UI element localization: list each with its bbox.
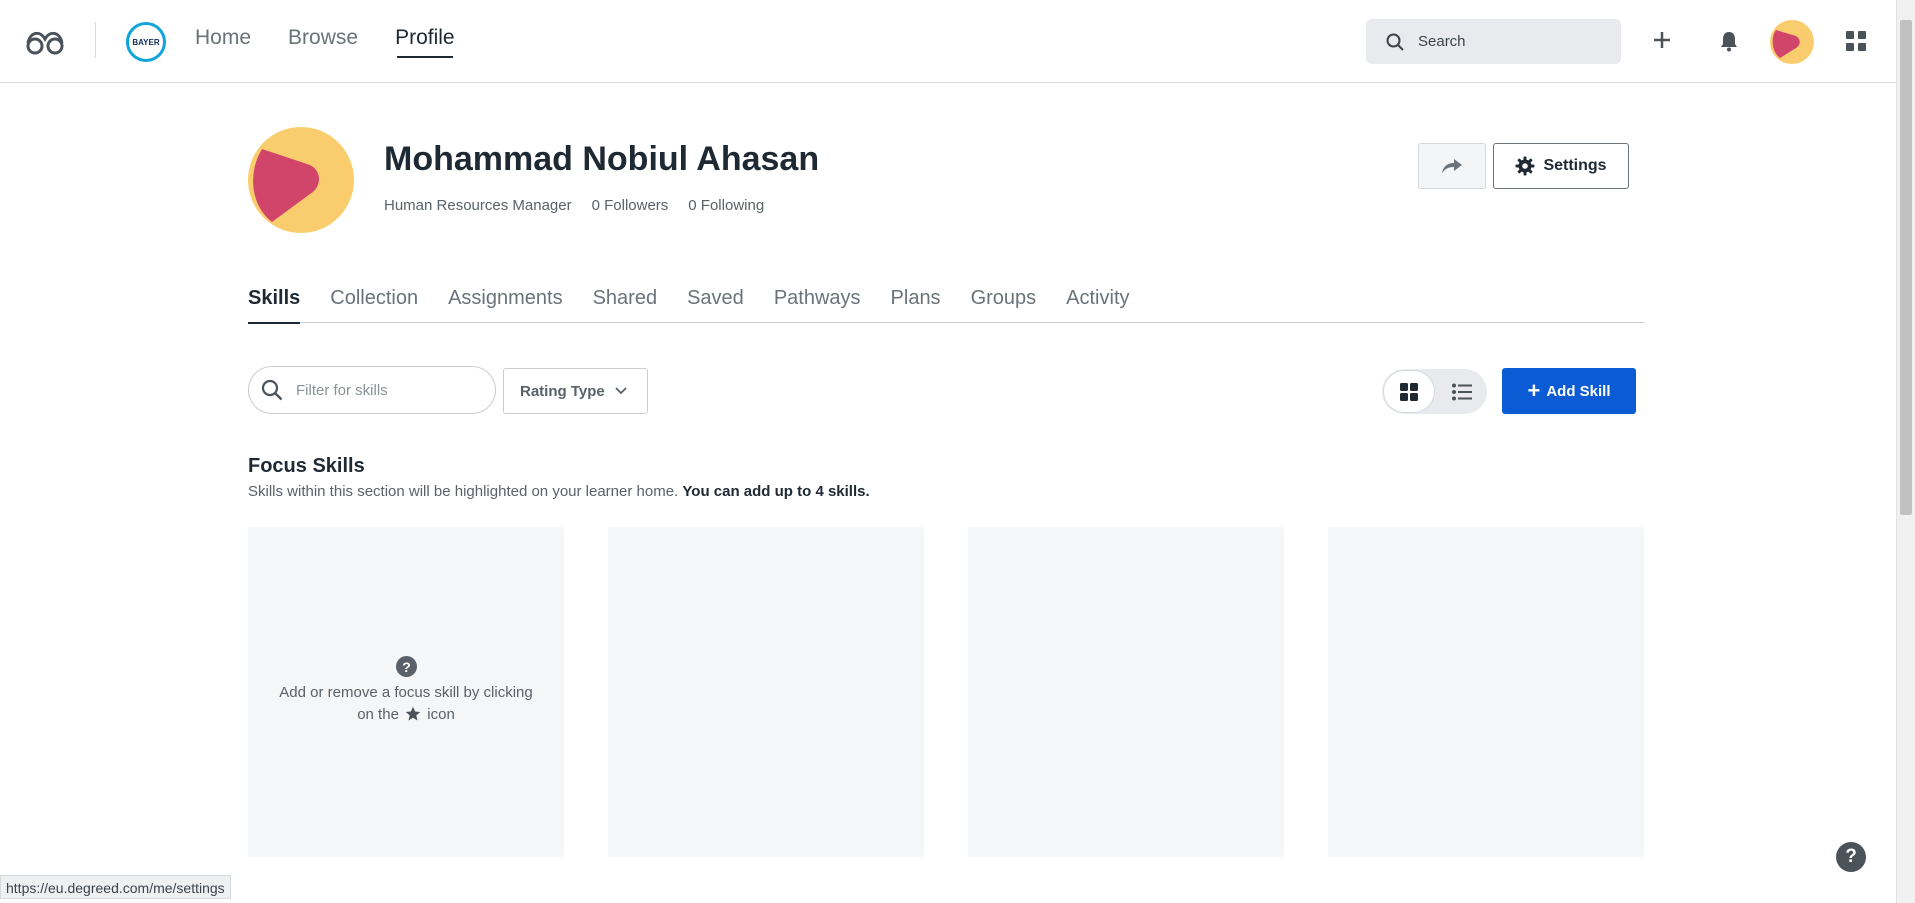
search-icon [1386, 33, 1404, 51]
bell-icon[interactable] [1717, 29, 1741, 53]
profile-tabs: Skills Collection Assignments Shared Sav… [248, 287, 1644, 324]
apps-grid-icon[interactable] [1845, 30, 1867, 52]
question-icon: ? [396, 656, 417, 677]
search-icon [261, 379, 283, 401]
rating-type-dropdown[interactable]: Rating Type [503, 368, 648, 414]
user-avatar[interactable] [1770, 20, 1814, 64]
tab-groups[interactable]: Groups [971, 287, 1037, 323]
nav-home-link[interactable]: Home [195, 26, 251, 58]
add-skill-button[interactable]: + Add Skill [1502, 368, 1636, 414]
profile-job-title: Human Resources Manager [384, 197, 572, 214]
profile-meta: Human Resources Manager 0 Followers 0 Fo… [384, 197, 784, 214]
profile-avatar [248, 127, 354, 233]
bayer-logo-text: BAYER [132, 37, 160, 47]
share-arrow-icon [1442, 159, 1462, 173]
grid-view-button[interactable] [1384, 371, 1434, 412]
tab-assignments[interactable]: Assignments [448, 287, 563, 323]
nav-browse-link[interactable]: Browse [288, 26, 358, 58]
tab-pathways[interactable]: Pathways [774, 287, 861, 323]
tab-skills[interactable]: Skills [248, 287, 301, 324]
focus-skills-title: Focus Skills [248, 455, 365, 477]
tab-shared[interactable]: Shared [593, 287, 658, 323]
focus-skill-slot: ? Add or remove a focus skill by clickin… [248, 527, 564, 857]
hint-text-after: icon [427, 706, 455, 723]
page-scrollbar[interactable] [1896, 0, 1915, 903]
settings-button[interactable]: Settings [1493, 143, 1629, 189]
filter-placeholder: Filter for skills [296, 381, 388, 399]
rating-type-label: Rating Type [520, 382, 605, 400]
help-button[interactable]: ? [1836, 842, 1866, 872]
following-link[interactable]: 0 Following [688, 197, 764, 214]
tab-saved[interactable]: Saved [687, 287, 744, 323]
skill-filter-input[interactable]: Filter for skills [248, 366, 496, 414]
plus-icon: + [1527, 378, 1541, 403]
global-search-input[interactable]: Search [1366, 19, 1621, 64]
focus-skill-slot [968, 527, 1284, 857]
degreed-glasses-icon[interactable] [24, 26, 66, 56]
view-toggle [1382, 369, 1487, 414]
tab-plans[interactable]: Plans [891, 287, 941, 323]
search-placeholder: Search [1418, 33, 1466, 50]
share-profile-button[interactable] [1418, 143, 1486, 189]
focus-skills-description: Skills within this section will be highl… [248, 483, 870, 500]
focus-skill-hint: Add or remove a focus skill by clicking … [278, 682, 534, 726]
focus-skill-slot [608, 527, 924, 857]
bayer-logo[interactable]: BAYER [126, 22, 166, 62]
chevron-down-icon [615, 387, 627, 395]
nav-profile-link[interactable]: Profile [395, 26, 455, 58]
nav-divider [95, 22, 96, 58]
tab-activity[interactable]: Activity [1066, 287, 1129, 323]
star-icon [405, 706, 421, 721]
profile-name: Mohammad Nobiul Ahasan [384, 140, 820, 178]
gear-icon [1515, 156, 1535, 176]
main-nav: Home Browse Profile [195, 26, 492, 58]
tab-collection[interactable]: Collection [330, 287, 418, 323]
plus-icon[interactable] [1650, 28, 1674, 52]
focus-desc-limit: You can add up to 4 skills. [682, 483, 870, 500]
browser-status-url: https://eu.degreed.com/me/settings [0, 875, 231, 899]
followers-link[interactable]: 0 Followers [592, 197, 669, 214]
list-view-button[interactable] [1438, 371, 1485, 412]
top-navigation: BAYER Home Browse Profile Search [0, 0, 1896, 83]
focus-desc-text: Skills within this section will be highl… [248, 483, 679, 500]
add-skill-label: Add Skill [1546, 382, 1611, 400]
grid-view-icon [1400, 382, 1418, 401]
settings-label: Settings [1543, 157, 1607, 174]
list-view-icon [1451, 383, 1472, 400]
focus-skill-slot [1328, 527, 1644, 857]
scrollbar-thumb[interactable] [1900, 20, 1912, 515]
